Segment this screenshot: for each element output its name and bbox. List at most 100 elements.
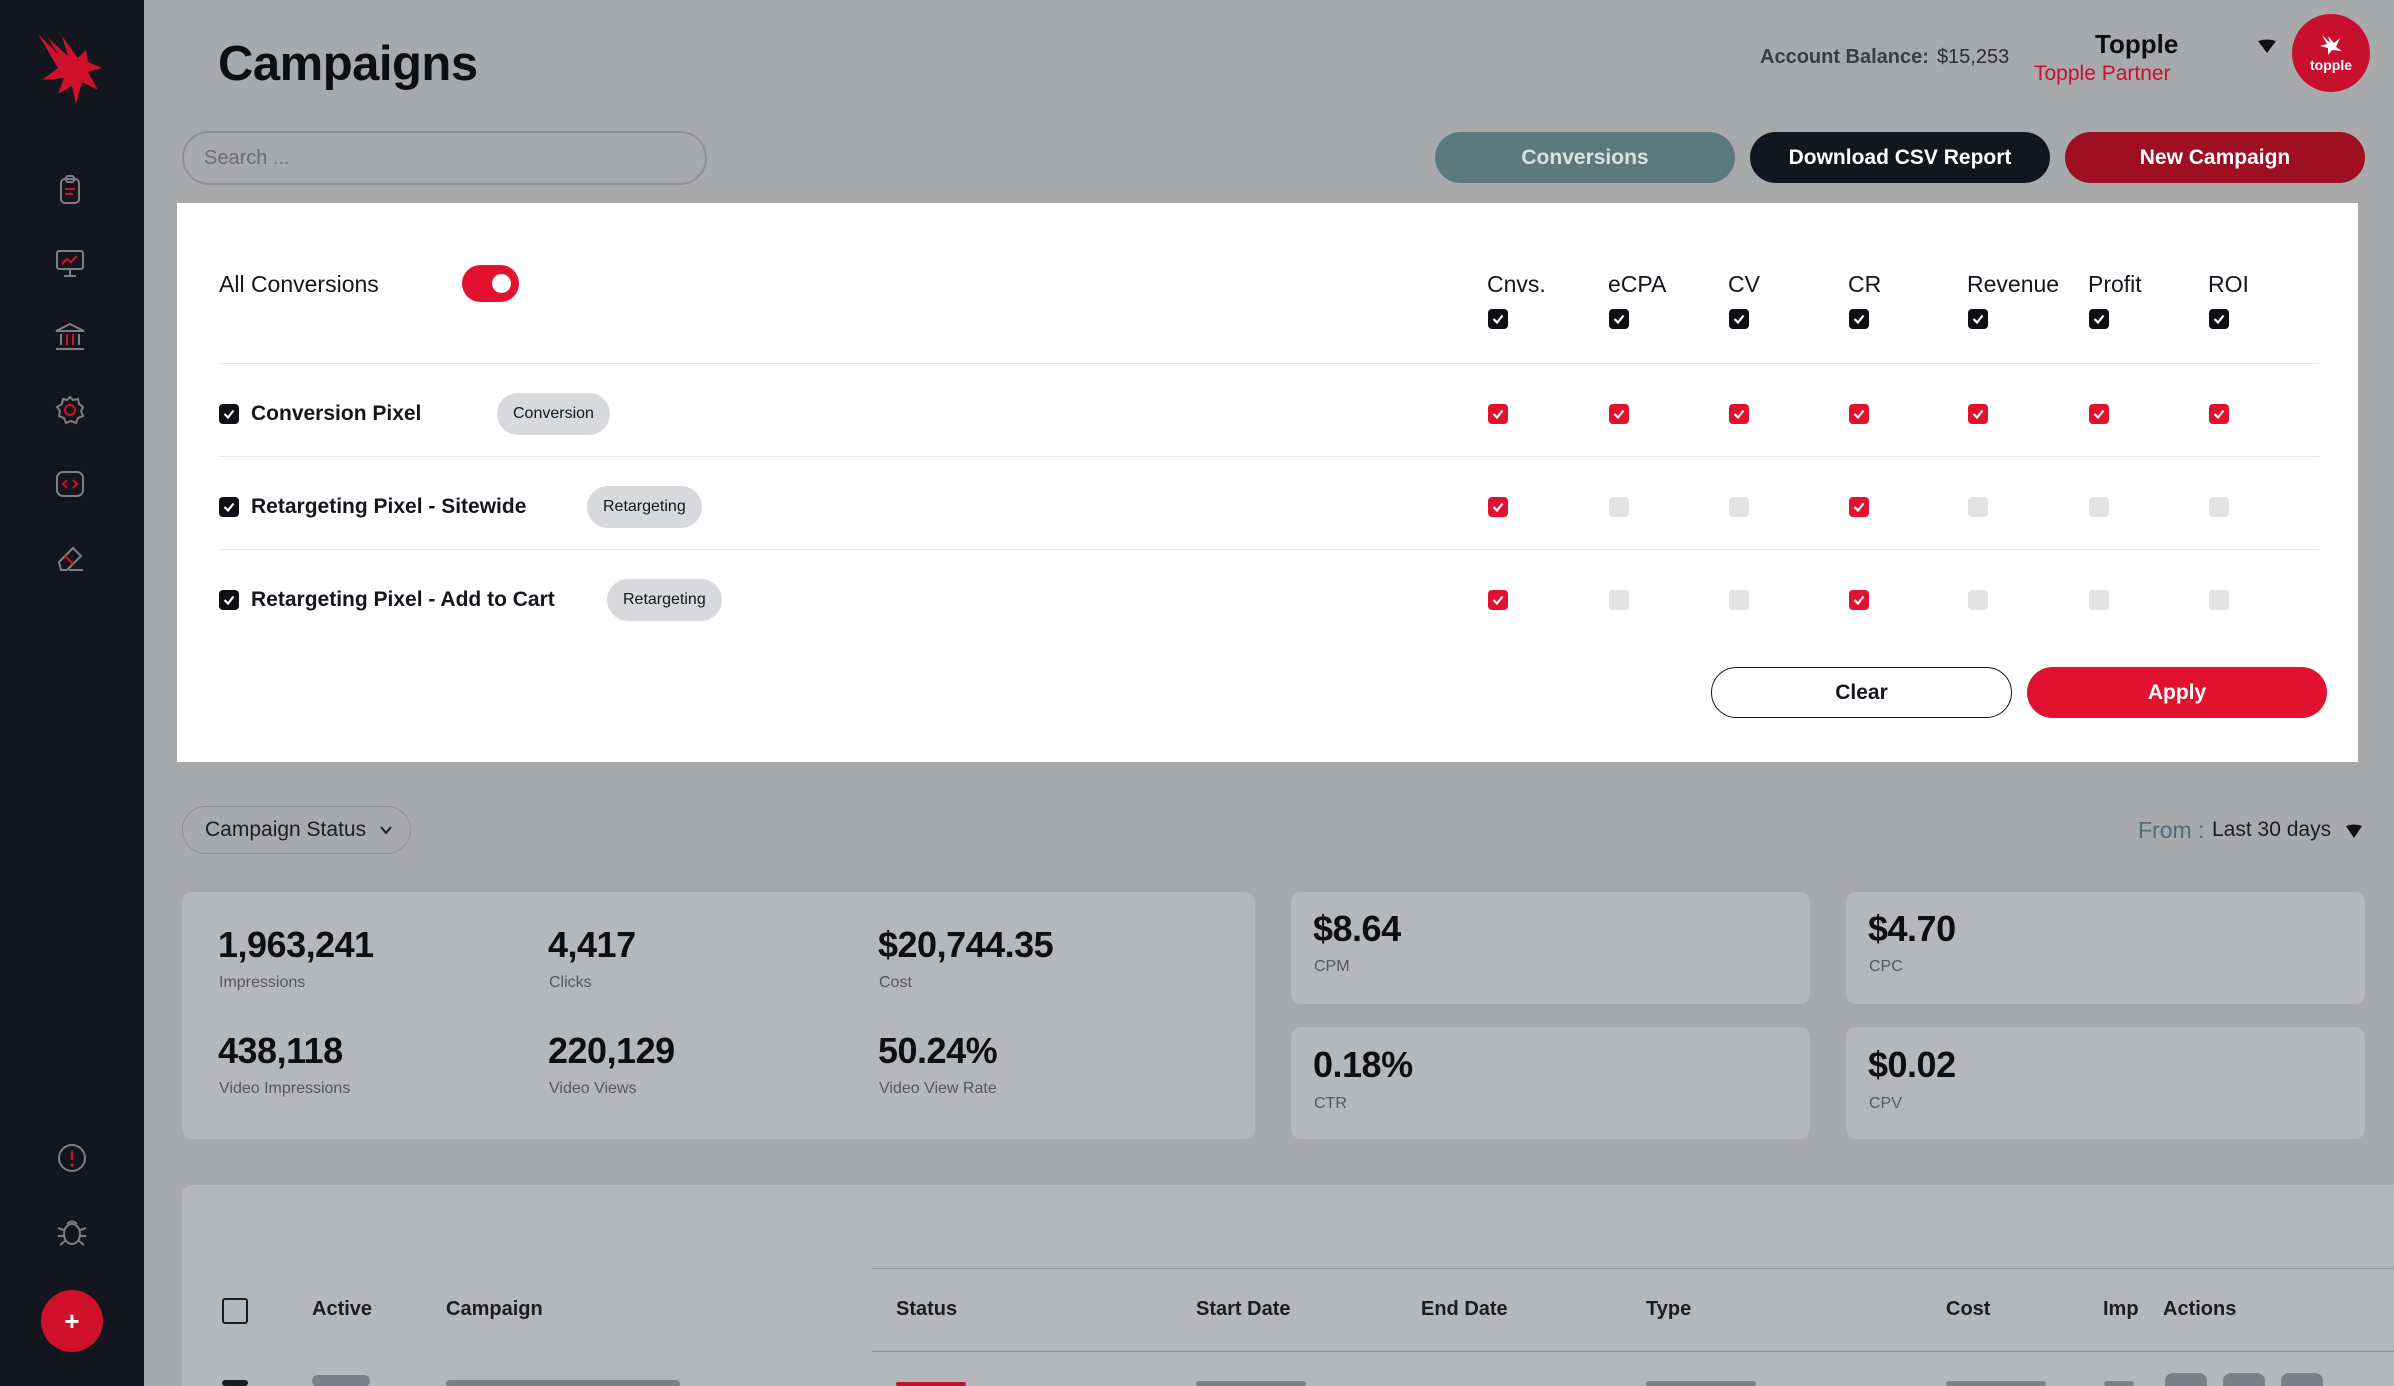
row-select-checkbox[interactable] — [219, 497, 239, 517]
date-from-label: From : — [2138, 817, 2205, 843]
cpv-card: $0.02 CPV — [1846, 1027, 2365, 1139]
table-header-8[interactable]: Actions — [2163, 1298, 2236, 1321]
table-header-7[interactable]: Imp — [2103, 1298, 2139, 1321]
search-input[interactable] — [182, 131, 707, 185]
column-select-checkbox[interactable] — [1729, 309, 1749, 329]
video-view-rate-value: 50.24% — [878, 1030, 998, 1071]
nav-bug-icon[interactable] — [52, 1212, 92, 1252]
table-header-2[interactable]: Status — [896, 1298, 957, 1321]
cpv-value: $0.02 — [1868, 1044, 1956, 1085]
column-header-1: eCPA — [1608, 271, 1667, 297]
conversion-name: Conversion Pixel — [251, 402, 422, 425]
nav-campaigns-icon[interactable] — [50, 170, 90, 210]
nav-bank-icon[interactable] — [50, 317, 90, 357]
nav-eraser-icon[interactable] — [50, 537, 90, 577]
table-header-6[interactable]: Cost — [1946, 1298, 1990, 1321]
row-checkbox-fragment[interactable] — [222, 1380, 248, 1386]
row-select-checkbox[interactable] — [219, 404, 239, 424]
metric-checkbox[interactable] — [2209, 497, 2229, 517]
avatar-text: topple — [2310, 57, 2352, 73]
metric-checkbox[interactable] — [1729, 404, 1749, 424]
column-header-3: CR — [1848, 271, 1882, 297]
metric-checkbox[interactable] — [1488, 404, 1508, 424]
column-select-checkbox[interactable] — [1968, 309, 1988, 329]
balance-label: Account Balance: — [1760, 46, 1929, 68]
row-divider — [219, 549, 2319, 550]
metric-checkbox[interactable] — [1609, 404, 1629, 424]
metric-checkbox[interactable] — [1609, 590, 1629, 610]
conversion-name: Retargeting Pixel - Add to Cart — [251, 588, 555, 611]
nav-settings-gear-icon[interactable] — [50, 390, 90, 430]
video-views-value: 220,129 — [548, 1030, 675, 1071]
all-conversions-toggle[interactable] — [462, 265, 519, 302]
campaign-status-dropdown[interactable]: Campaign Status — [182, 806, 411, 854]
metric-checkbox[interactable] — [2089, 590, 2109, 610]
avatar-logo-icon — [2320, 35, 2342, 55]
clear-button[interactable]: Clear — [1711, 667, 2012, 718]
column-select-checkbox[interactable] — [2209, 309, 2229, 329]
metric-checkbox[interactable] — [1968, 404, 1988, 424]
metric-checkbox[interactable] — [1729, 590, 1749, 610]
metric-checkbox[interactable] — [1849, 497, 1869, 517]
table-header-0[interactable]: Active — [312, 1298, 372, 1321]
row-action-view-icon[interactable] — [2223, 1373, 2265, 1386]
metric-checkbox[interactable] — [1968, 497, 1988, 517]
row-select-checkbox[interactable] — [219, 590, 239, 610]
video-view-rate-label: Video View Rate — [879, 1080, 997, 1097]
ctr-label: CTR — [1314, 1095, 1347, 1112]
table-header-4[interactable]: End Date — [1421, 1298, 1508, 1321]
table-header-bottom-divider — [872, 1351, 2394, 1352]
metric-checkbox[interactable] — [2209, 590, 2229, 610]
table-header-5[interactable]: Type — [1646, 1298, 1691, 1321]
summary-stats-card: 1,963,241 Impressions 4,417 Clicks $20,7… — [182, 892, 1255, 1139]
conversions-button[interactable]: Conversions — [1435, 132, 1735, 183]
eagle-logo-icon[interactable] — [28, 28, 108, 118]
metric-checkbox[interactable] — [1968, 590, 1988, 610]
video-views-label: Video Views — [549, 1080, 637, 1097]
cpm-label: CPM — [1314, 958, 1350, 975]
metric-checkbox[interactable] — [1729, 497, 1749, 517]
metric-checkbox[interactable] — [2089, 404, 2109, 424]
date-range-value[interactable]: Last 30 days — [2212, 818, 2331, 842]
add-plus-button[interactable]: + — [41, 1290, 103, 1352]
cpv-label: CPV — [1869, 1095, 1902, 1112]
apply-button[interactable]: Apply — [2027, 667, 2327, 718]
cpc-card: $4.70 CPC — [1846, 892, 2365, 1004]
metric-checkbox[interactable] — [1488, 590, 1508, 610]
date-range-caret-icon[interactable] — [2344, 822, 2364, 840]
table-header-1[interactable]: Campaign — [446, 1298, 543, 1321]
campaign-status-label: Campaign Status — [205, 818, 367, 841]
video-impressions-label: Video Impressions — [219, 1080, 351, 1097]
metric-checkbox[interactable] — [1488, 497, 1508, 517]
row-action-copy-icon[interactable] — [2281, 1373, 2323, 1386]
column-header-6: ROI — [2208, 271, 2249, 297]
campaigns-table — [182, 1185, 2394, 1386]
balance-value: $15,253 — [1936, 46, 2010, 68]
user-role: Topple Partner — [2034, 62, 2171, 85]
select-all-checkbox[interactable] — [222, 1298, 248, 1324]
row-action-edit-icon[interactable] — [2165, 1373, 2207, 1386]
download-csv-button[interactable]: Download CSV Report — [1750, 132, 2050, 183]
metric-checkbox[interactable] — [1849, 590, 1869, 610]
user-menu-caret-icon[interactable] — [2256, 36, 2278, 56]
nav-presentation-icon[interactable] — [50, 243, 90, 283]
metric-checkbox[interactable] — [1849, 404, 1869, 424]
plus-icon: + — [64, 1305, 80, 1336]
row-active-toggle-fragment[interactable] — [312, 1375, 370, 1386]
column-select-checkbox[interactable] — [1849, 309, 1869, 329]
metric-checkbox[interactable] — [2089, 497, 2109, 517]
metric-checkbox[interactable] — [1609, 497, 1629, 517]
account-balance: Account Balance: $15,253 — [1760, 46, 2009, 69]
table-header-3[interactable]: Start Date — [1196, 1298, 1290, 1321]
column-select-checkbox[interactable] — [1609, 309, 1629, 329]
metric-checkbox[interactable] — [2209, 404, 2229, 424]
nav-alert-icon[interactable] — [52, 1138, 92, 1178]
nav-code-icon[interactable] — [50, 464, 90, 504]
ctr-card: 0.18% CTR — [1291, 1027, 1810, 1139]
ctr-value: 0.18% — [1313, 1044, 1413, 1085]
column-select-checkbox[interactable] — [1488, 309, 1508, 329]
column-select-checkbox[interactable] — [2089, 309, 2109, 329]
avatar[interactable]: topple — [2292, 14, 2370, 92]
new-campaign-button[interactable]: New Campaign — [2065, 132, 2365, 183]
impressions-value: 1,963,241 — [218, 924, 374, 965]
